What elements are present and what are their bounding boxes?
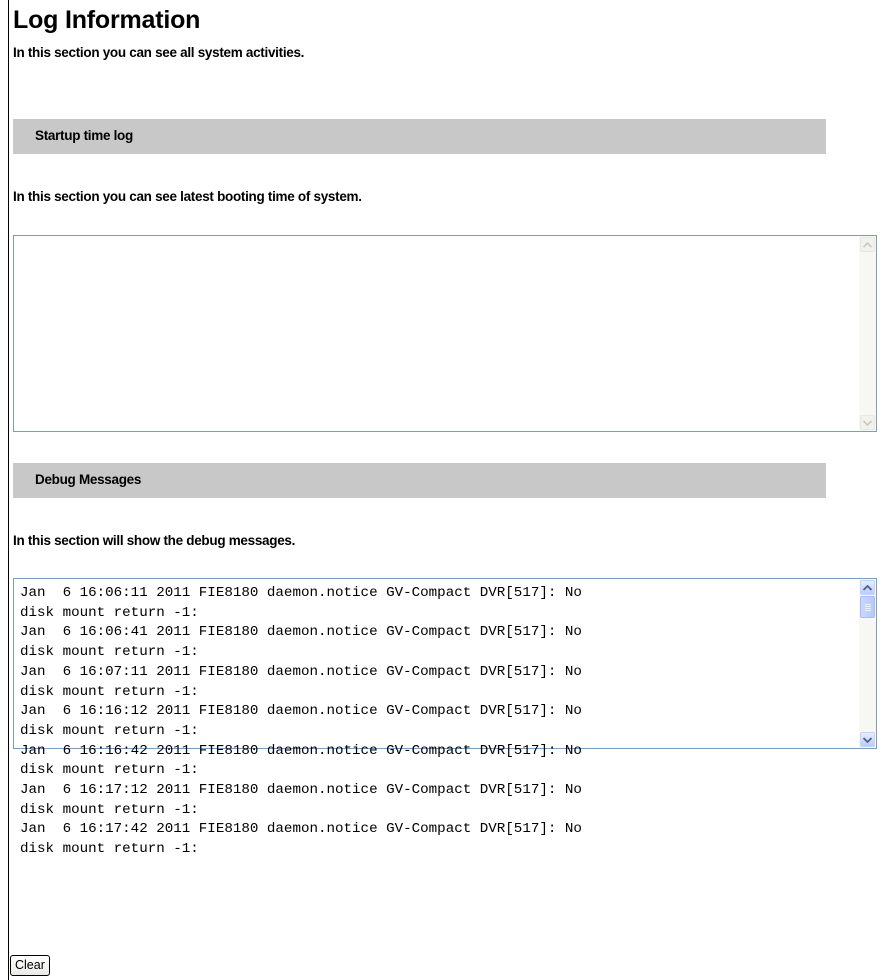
scroll-up-arrow-icon[interactable]: [860, 580, 875, 595]
debug-log-line: disk mount return -1:: [20, 762, 199, 779]
debug-log-line: disk mount return -1:: [20, 604, 199, 621]
debug-log-line: disk mount return -1:: [20, 644, 199, 661]
debug-section-header-label: Debug Messages: [35, 472, 142, 487]
debug-log-line: Jan 6 16:17:12 2011 FIE8180 daemon.notic…: [20, 782, 582, 799]
scroll-down-arrow-icon[interactable]: [860, 415, 875, 430]
frame-left-border: [8, 0, 9, 980]
page-intro: In this section you can see all system a…: [13, 45, 305, 60]
scroll-down-arrow-icon[interactable]: [860, 732, 875, 747]
debug-log-content: Jan 6 16:06:11 2011 FIE8180 daemon.notic…: [20, 584, 850, 860]
debug-log-line: disk mount return -1:: [20, 683, 199, 700]
startup-section-header: Startup time log: [13, 119, 826, 154]
page-title: Log Information: [13, 6, 201, 34]
debug-log-line: Jan 6 16:07:11 2011 FIE8180 daemon.notic…: [20, 663, 582, 680]
debug-log-line: Jan 6 16:17:42 2011 FIE8180 daemon.notic…: [20, 821, 582, 838]
startup-log-scrollbar[interactable]: [859, 236, 876, 431]
debug-log-scrollbar[interactable]: [859, 579, 876, 748]
debug-log-line: Jan 6 16:16:42 2011 FIE8180 daemon.notic…: [20, 742, 582, 759]
debug-log-line: disk mount return -1:: [20, 801, 199, 818]
debug-log-line: disk mount return -1:: [20, 722, 199, 739]
startup-log-textarea[interactable]: [13, 235, 877, 432]
scroll-up-arrow-icon[interactable]: [860, 237, 875, 252]
scrollbar-thumb[interactable]: [860, 596, 875, 618]
debug-log-line: Jan 6 16:16:12 2011 FIE8180 daemon.notic…: [20, 703, 582, 720]
debug-section-description: In this section will show the debug mess…: [13, 533, 296, 548]
startup-section-header-label: Startup time log: [35, 128, 133, 143]
debug-log-line: disk mount return -1:: [20, 841, 199, 858]
debug-log-line: Jan 6 16:06:11 2011 FIE8180 daemon.notic…: [20, 585, 582, 601]
debug-section-header: Debug Messages: [13, 463, 826, 498]
startup-section-description: In this section you can see latest booti…: [13, 189, 362, 204]
debug-log-line: Jan 6 16:06:41 2011 FIE8180 daemon.notic…: [20, 624, 582, 641]
clear-button[interactable]: Clear: [10, 955, 50, 976]
debug-log-textarea[interactable]: Jan 6 16:06:11 2011 FIE8180 daemon.notic…: [13, 578, 877, 857]
